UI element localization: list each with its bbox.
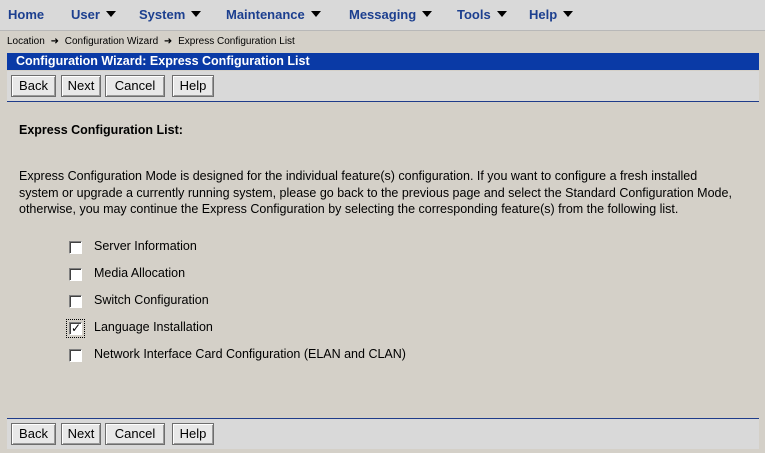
page-title: Configuration Wizard: Express Configurat… <box>16 54 310 68</box>
next-button[interactable]: Next <box>61 423 101 445</box>
help-button[interactable]: Help <box>172 75 214 97</box>
chevron-down-icon <box>496 11 507 17</box>
menu-user[interactable]: User <box>71 7 116 23</box>
option-label: Switch Configuration <box>94 293 209 307</box>
menu-help[interactable]: Help <box>529 7 574 23</box>
option-label: Server Information <box>94 239 197 253</box>
chevron-down-icon <box>310 11 321 17</box>
chevron-down-icon <box>105 11 116 17</box>
menu-system[interactable]: System <box>139 7 202 23</box>
top-button-bar: Back Next Cancel Help <box>7 71 759 102</box>
option-label: Network Interface Card Configuration (EL… <box>94 347 406 361</box>
menu-tools-label: Tools <box>457 7 491 22</box>
back-button[interactable]: Back <box>11 75 56 97</box>
breadcrumb-current-page: Express Configuration List <box>178 36 295 47</box>
checkmark-icon: ✓ <box>71 321 82 335</box>
menu-tools[interactable]: Tools <box>457 7 507 23</box>
menu-messaging-label: Messaging <box>349 7 417 22</box>
page-title-bar: Configuration Wizard: Express Configurat… <box>7 53 759 70</box>
menu-messaging[interactable]: Messaging <box>349 7 433 23</box>
chevron-down-icon <box>422 11 433 17</box>
menu-system-label: System <box>139 7 186 22</box>
breadcrumb: Location ➜ Configuration Wizard ➜ Expres… <box>7 36 295 48</box>
option-label: Language Installation <box>94 320 213 334</box>
menu-maintenance-label: Maintenance <box>226 7 305 22</box>
menu-maintenance[interactable]: Maintenance <box>226 7 321 23</box>
menu-help-label: Help <box>529 7 558 22</box>
chevron-down-icon <box>563 11 574 17</box>
menu-home-label: Home <box>8 7 45 22</box>
checkbox-language-installation[interactable]: ✓ <box>66 319 85 338</box>
cancel-button[interactable]: Cancel <box>105 423 165 445</box>
checkbox-server-information[interactable] <box>69 241 82 254</box>
checkbox-network-interface-card[interactable] <box>69 349 82 362</box>
bottom-button-bar: Back Next Cancel Help <box>7 418 759 449</box>
back-button[interactable]: Back <box>11 423 56 445</box>
menu-home[interactable]: Home <box>8 7 44 23</box>
checkbox-switch-configuration[interactable] <box>69 295 82 308</box>
arrow-right-icon: ➜ <box>50 36 59 47</box>
menu-bar: Home User System Maintenance Messaging T… <box>0 0 765 31</box>
main-content: Express Configuration List: Express Conf… <box>7 103 759 417</box>
menu-user-label: User <box>71 7 100 22</box>
arrow-right-icon: ➜ <box>163 36 173 47</box>
help-button[interactable]: Help <box>172 423 214 445</box>
cancel-button[interactable]: Cancel <box>105 75 165 97</box>
next-button[interactable]: Next <box>61 75 101 97</box>
section-description: Express Configuration Mode is designed f… <box>19 169 732 216</box>
section-heading: Express Configuration List: <box>19 123 183 137</box>
breadcrumb-location: Location <box>7 36 45 47</box>
checkbox-media-allocation[interactable] <box>69 268 82 281</box>
option-label: Media Allocation <box>94 266 186 280</box>
breadcrumb-configuration-wizard[interactable]: Configuration Wizard <box>65 36 158 47</box>
chevron-down-icon <box>191 11 202 17</box>
